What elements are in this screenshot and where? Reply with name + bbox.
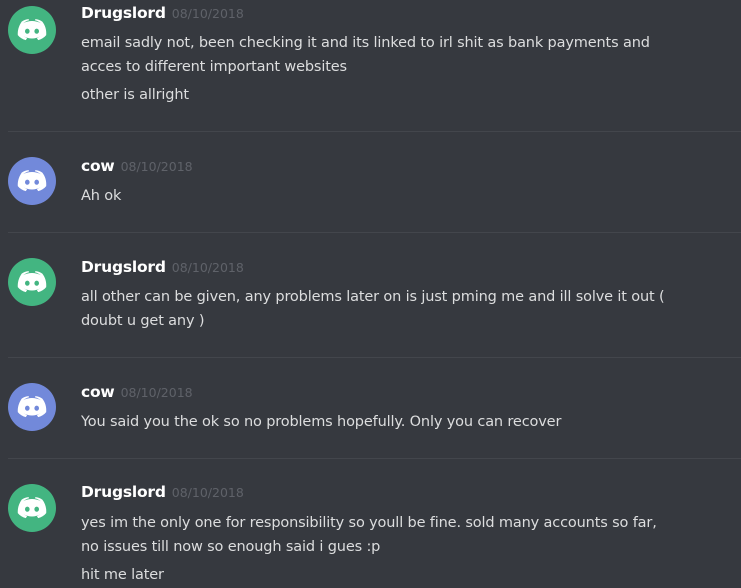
message-header: Drugslord 08/10/2018 — [81, 4, 244, 22]
discord-logo-icon — [17, 497, 47, 519]
username[interactable]: Drugslord — [81, 258, 166, 276]
message-line: other is allright — [81, 87, 189, 103]
timestamp: 08/10/2018 — [120, 159, 193, 174]
message-header: cow 08/10/2018 — [81, 383, 193, 401]
message-line: You said you the ok so no problems hopef… — [81, 414, 562, 430]
message-divider — [8, 458, 741, 459]
avatar[interactable] — [8, 258, 56, 306]
discord-logo-icon — [17, 271, 47, 293]
discord-logo-icon — [17, 19, 47, 41]
message-divider — [8, 232, 741, 233]
message-line: all other can be given, any problems lat… — [81, 289, 665, 305]
username[interactable]: Drugslord — [81, 4, 166, 22]
chat-messages: Drugslord 08/10/2018 email sadly not, be… — [0, 0, 741, 588]
timestamp: 08/10/2018 — [171, 485, 244, 500]
username[interactable]: cow — [81, 157, 115, 175]
message-header: Drugslord 08/10/2018 — [81, 483, 244, 501]
message-divider — [8, 357, 741, 358]
avatar[interactable] — [8, 157, 56, 205]
username[interactable]: cow — [81, 383, 115, 401]
message-header: cow 08/10/2018 — [81, 157, 193, 175]
discord-logo-icon — [17, 396, 47, 418]
message-line: Ah ok — [81, 188, 122, 204]
message-line: yes im the only one for responsibility s… — [81, 515, 657, 531]
timestamp: 08/10/2018 — [171, 260, 244, 275]
avatar[interactable] — [8, 383, 56, 431]
message-divider — [8, 131, 741, 132]
message-line: hit me later — [81, 567, 164, 583]
message-line: doubt u get any ) — [81, 313, 205, 329]
message-line: email sadly not, been checking it and it… — [81, 35, 650, 51]
timestamp: 08/10/2018 — [120, 385, 193, 400]
message-line: no issues till now so enough said i gues… — [81, 539, 381, 555]
message-line: acces to different important websites — [81, 59, 347, 75]
discord-logo-icon — [17, 170, 47, 192]
message-header: Drugslord 08/10/2018 — [81, 258, 244, 276]
avatar[interactable] — [8, 6, 56, 54]
avatar[interactable] — [8, 484, 56, 532]
timestamp: 08/10/2018 — [171, 6, 244, 21]
username[interactable]: Drugslord — [81, 483, 166, 501]
